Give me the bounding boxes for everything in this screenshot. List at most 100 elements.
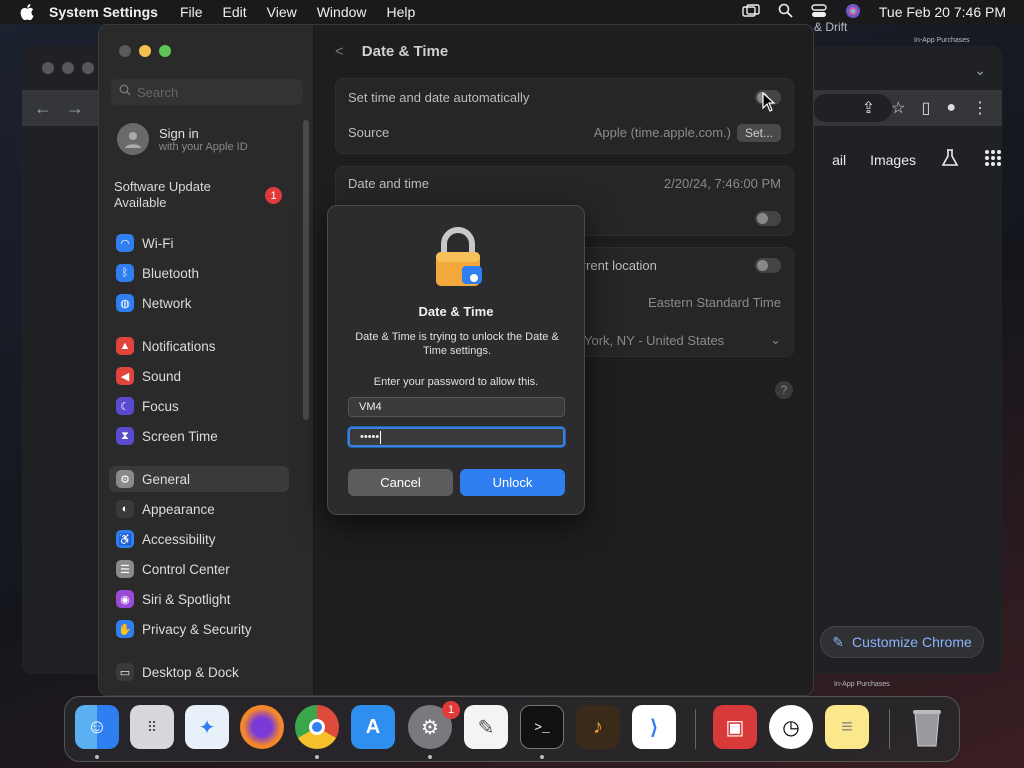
gmail-link[interactable]: ail [832,152,846,168]
appearance-icon: ◐ [116,500,134,518]
chevron-down-icon[interactable]: ⌄ [770,332,781,348]
finder-icon[interactable]: ☺ [75,705,119,749]
chrome-icon[interactable] [295,705,339,749]
source-row: Source Apple (time.apple.com.) Set... [348,124,781,142]
sidebar-item-appearance[interactable]: ◐ Appearance [114,496,290,522]
spotlight-search-icon[interactable] [778,3,793,21]
sidebar-search[interactable] [111,79,303,105]
menu-file[interactable]: File [180,4,203,20]
dialog-message: Date & Time is trying to unlock the Date… [355,331,559,357]
mouse-pointer-icon [762,91,776,117]
sidebar-item-control-center[interactable]: ☰ Control Center [114,556,290,582]
labs-flask-icon[interactable] [940,148,960,171]
sidebar-item-focus[interactable]: ☾ Focus [114,393,290,419]
software-update-item[interactable]: Software Update Available [114,179,244,211]
sidebar-item-label: Network [142,295,192,311]
avatar [117,123,149,155]
back-arrow-icon[interactable]: ← [34,98,52,119]
sidebar-item-label: Notifications [142,338,216,354]
globe-icon: ◍ [116,294,134,312]
sidebar-item-accessibility[interactable]: ♿ Accessibility [114,526,290,552]
format-toggle[interactable] [755,211,781,226]
person-icon [125,132,141,148]
sidebar-item-label: Focus [142,398,179,414]
menu-help[interactable]: Help [387,4,416,20]
password-field[interactable]: ••••• [348,427,565,447]
sidebar-item-siri-spotlight[interactable]: ◉ Siri & Spotlight [114,586,290,612]
username-field[interactable]: VM4 [348,397,565,417]
firefox-icon[interactable] [240,705,284,749]
menu-app-name[interactable]: System Settings [49,4,158,20]
help-button[interactable]: ? [775,381,793,399]
sidebar-item-label: General [142,471,191,487]
signin-title: Sign in [159,125,199,141]
set-source-button[interactable]: Set... [736,124,781,142]
sidebar-item-label: Screen Time [142,428,218,444]
close-button[interactable] [119,45,131,57]
trash-icon[interactable] [905,705,949,749]
minimize-button[interactable] [139,45,151,57]
chrome-google-links: ail Images [832,148,1002,171]
clock-icon[interactable]: ◷ [769,705,813,749]
location-toggle[interactable] [755,258,781,273]
more-menu-icon[interactable]: ⋮ [972,98,988,118]
images-link[interactable]: Images [870,152,916,168]
cancel-button[interactable]: Cancel [348,469,453,496]
app-store-icon[interactable]: A [351,705,395,749]
sidebar-item-notifications[interactable]: ▲ Notifications [114,333,290,359]
menu-window[interactable]: Window [317,4,367,20]
datetime-value[interactable]: 2/20/24, 7:46:00 PM [664,176,781,191]
customize-chrome-label: Customize Chrome [851,634,972,650]
sidebar-item-sound[interactable]: ◀ Sound [114,363,290,389]
apple-id-signin[interactable]: Sign in with your Apple ID [117,123,248,155]
control-center-icon: ☰ [116,560,134,578]
auto-time-card: Set time and date automatically Source A… [335,78,794,154]
running-indicator [315,755,319,759]
moon-icon: ☾ [116,397,134,415]
menu-clock[interactable]: Tue Feb 20 7:46 PM [879,4,1006,20]
vscode-icon[interactable]: ⟩ [632,705,676,749]
search-icon [119,83,131,101]
siri-icon[interactable] [845,3,861,22]
pencil-icon: ✎ [832,633,844,650]
apps-grid-icon[interactable] [984,149,1002,170]
sidebar-item-network[interactable]: ◍ Network [114,290,290,316]
unlock-button[interactable]: Unlock [460,469,565,496]
auto-time-row: Set time and date automatically [348,90,781,105]
sidebar-item-label: Control Center [142,561,230,577]
timezone-value: Eastern Standard Time [648,295,781,310]
safari-compass-icon[interactable]: ✦ [185,705,229,749]
chevron-down-icon[interactable]: ⌄ [974,62,986,79]
photo-booth-icon[interactable]: ▣ [713,705,757,749]
notes-icon[interactable]: ≡ [825,705,869,749]
back-chevron-icon[interactable]: < [335,43,344,60]
sidebar-item-label: Accessibility [142,531,216,547]
menu-view[interactable]: View [267,4,297,20]
screen-mirroring-icon[interactable] [742,3,760,21]
sidebar-scrollbar[interactable] [303,120,309,420]
control-center-icon[interactable] [811,3,827,21]
menu-edit[interactable]: Edit [223,4,247,20]
sidebar-item-wifi[interactable]: ◠ Wi-Fi [114,230,290,256]
side-panel-icon[interactable]: ▯ [922,98,931,118]
garageband-guitar-icon[interactable]: ♪ [576,705,620,749]
sidebar-item-general[interactable]: ⚙ General [109,466,289,492]
textedit-icon[interactable]: ✎ [464,705,508,749]
customize-chrome-button[interactable]: ✎ Customize Chrome [820,626,984,658]
dialog-title: Date & Time [418,304,494,319]
forward-arrow-icon[interactable]: → [66,98,84,119]
sidebar-item-bluetooth[interactable]: ᛒ Bluetooth [114,260,290,286]
zoom-button[interactable] [159,45,171,57]
sidebar-item-privacy-security[interactable]: ✋ Privacy & Security [114,616,290,642]
launchpad-icon[interactable]: ⠿ [130,705,174,749]
share-icon[interactable]: ⇪ [862,98,875,118]
terminal-icon[interactable]: >_ [520,705,564,749]
sidebar-item-desktop-dock[interactable]: ▭ Desktop & Dock [114,659,290,685]
dialog-prompt: Enter your password to allow this. [373,376,539,388]
profile-icon[interactable]: ● [946,99,956,117]
hourglass-icon: ⧗ [116,427,134,445]
apple-menu-icon[interactable] [19,4,35,20]
sidebar-item-screen-time[interactable]: ⧗ Screen Time [114,423,290,449]
bookmark-star-icon[interactable]: ☆ [891,98,905,118]
search-input[interactable] [137,84,297,100]
